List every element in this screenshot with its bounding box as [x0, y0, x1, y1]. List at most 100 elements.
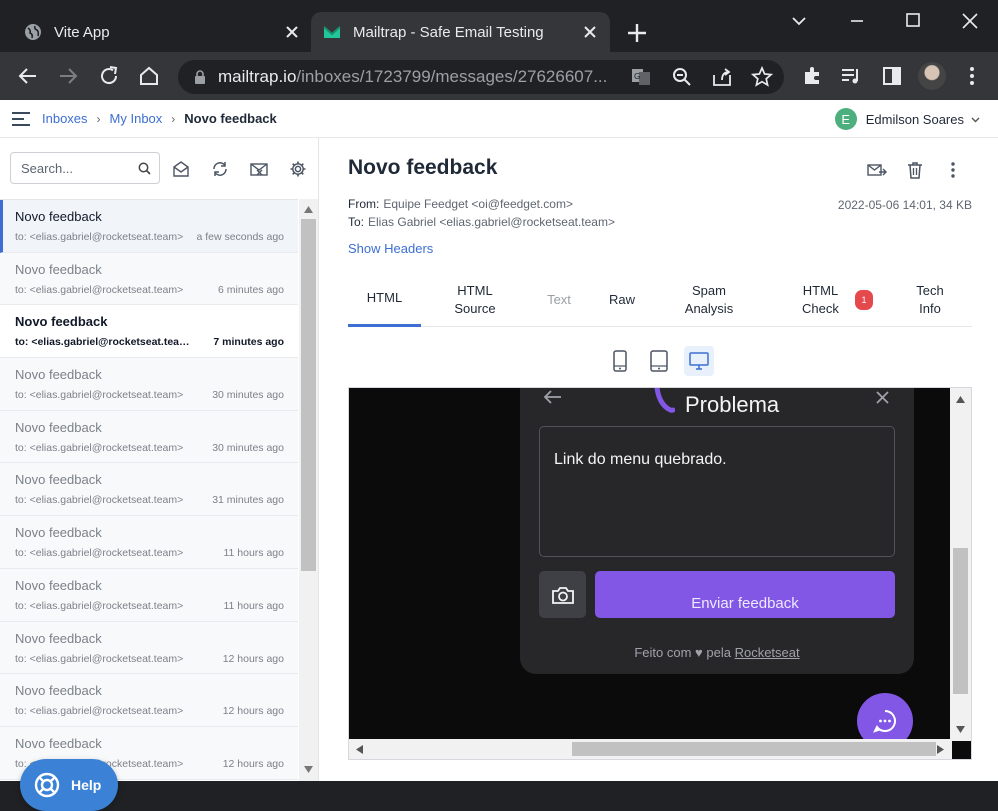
list-item[interactable]: Novo feedback to: <elias.gabriel@rockets… — [0, 674, 298, 727]
scroll-left-icon[interactable] — [356, 745, 363, 754]
clear-inbox-icon[interactable] — [250, 160, 268, 178]
message-title: Novo feedback — [348, 156, 498, 179]
refresh-icon[interactable] — [211, 160, 229, 178]
minimize-icon[interactable] — [846, 10, 868, 32]
email-html-preview: Problema Link do menu quebrado. Enviar f… — [348, 387, 972, 760]
list-item[interactable]: Novo feedback to: <elias.gabriel@rockets… — [0, 516, 298, 569]
user-menu[interactable]: E Edmilson Soares — [834, 108, 980, 130]
preview-horizontal-scrollbar[interactable] — [349, 739, 952, 759]
profile-avatar[interactable] — [918, 62, 946, 90]
reload-icon[interactable] — [97, 64, 121, 88]
message-recipient: to: <elias.gabriel@rocketseat.team> — [15, 231, 184, 243]
side-panel-icon[interactable] — [880, 64, 904, 88]
list-item[interactable]: Novo feedback to: <elias.gabriel@rockets… — [0, 621, 298, 675]
tab-text[interactable]: Text — [538, 272, 580, 327]
back-arrow-icon[interactable] — [16, 64, 40, 88]
list-item[interactable]: Novo feedback to: <elias.gabriel@rockets… — [0, 252, 298, 306]
message-recipient: to: <elias.gabriel@rocketseat.team> — [15, 599, 184, 612]
mark-all-read-icon[interactable] — [172, 160, 190, 178]
bookmark-star-icon[interactable] — [751, 66, 773, 88]
forward-arrow-icon[interactable] — [56, 64, 80, 88]
share-icon[interactable] — [711, 66, 733, 88]
tab-label: Tech Info — [916, 282, 944, 316]
gear-icon[interactable] — [289, 160, 307, 178]
scrollbar-thumb[interactable] — [301, 219, 316, 571]
mailtrap-app: Inboxes › My Inbox › Novo feedback E Edm… — [0, 100, 998, 811]
tab-tech-info[interactable]: Tech Info — [908, 272, 952, 327]
send-feedback-button[interactable]: Enviar feedback — [595, 571, 895, 618]
url-text[interactable]: mailtrap.io/inboxes/1723799/messages/276… — [218, 67, 628, 87]
message-recipient: to: <elias.gabriel@rocketseat.team> — [15, 652, 184, 665]
message-subject: Novo feedback — [15, 419, 102, 435]
list-item[interactable]: Novo feedback to: <elias.gabriel@rockets… — [0, 568, 298, 622]
message-subject: Novo feedback — [15, 472, 102, 488]
kebab-menu-icon[interactable] — [960, 64, 984, 88]
scrollbar-thumb[interactable] — [572, 742, 936, 756]
tab-html-source[interactable]: HTML Source — [445, 272, 505, 327]
arrow-left-icon[interactable] — [544, 390, 562, 404]
lock-icon[interactable] — [192, 69, 208, 85]
extensions-puzzle-icon[interactable] — [801, 64, 825, 88]
close-icon[interactable] — [284, 24, 300, 40]
to-line: To: Elias Gabriel <elias.gabriel@rocketse… — [348, 215, 615, 229]
svg-text:G: G — [634, 72, 640, 81]
scroll-down-icon[interactable] — [956, 726, 965, 733]
message-subject: Novo feedback — [15, 577, 102, 593]
list-item[interactable]: Novo feedback to: <elias.gabriel@rockets… — [0, 410, 298, 464]
list-item[interactable]: Novo feedback to: <elias.gabriel@rockets… — [0, 358, 298, 411]
scroll-up-icon[interactable] — [304, 206, 313, 213]
close-icon[interactable] — [876, 391, 889, 404]
message-subject: Novo feedback — [15, 261, 102, 277]
feedback-textarea[interactable]: Link do menu quebrado. — [539, 426, 895, 557]
desktop-view-button[interactable] — [684, 346, 714, 376]
list-item[interactable]: Novo feedback to: <elias.gabriel@rockets… — [0, 305, 298, 359]
scroll-up-icon[interactable] — [956, 396, 965, 403]
help-button[interactable]: Help — [20, 759, 118, 811]
address-bar[interactable]: mailtrap.io/inboxes/1723799/messages/276… — [178, 60, 784, 94]
user-name: Edmilson Soares — [865, 111, 964, 127]
more-options-icon[interactable] — [943, 160, 963, 180]
list-item[interactable]: Novo feedback to: <elias.gabriel@rockets… — [0, 200, 298, 253]
tab-label: HTML — [366, 290, 403, 305]
globe-icon — [25, 24, 41, 40]
message-subject: Novo feedback — [15, 735, 102, 751]
home-icon[interactable] — [137, 64, 161, 88]
message-time: 12 hours ago — [222, 757, 284, 770]
rocketseat-link[interactable]: Rocketseat — [735, 645, 800, 660]
breadcrumb-inboxes[interactable]: Inboxes — [42, 111, 88, 126]
screenshot-button[interactable] — [539, 571, 586, 618]
list-item[interactable]: Novo feedback to: <elias.gabriel@rockets… — [0, 463, 298, 517]
search-input[interactable] — [11, 153, 131, 183]
window-close-icon[interactable] — [959, 10, 981, 32]
tab-html-check[interactable]: HTML Check 1 — [784, 272, 884, 327]
tab-raw[interactable]: Raw — [602, 272, 642, 327]
widget-title: Problema — [685, 392, 780, 417]
tab-label: Text — [547, 291, 571, 307]
hamburger-menu-icon[interactable] — [12, 112, 30, 126]
tablet-view-button[interactable] — [644, 346, 674, 376]
tab-spam-analysis[interactable]: Spam Analysis — [674, 272, 744, 327]
footer-prefix: Feito com ♥ pela — [634, 645, 731, 660]
close-icon[interactable] — [582, 24, 598, 40]
scrollbar-thumb[interactable] — [953, 548, 968, 694]
show-headers-link[interactable]: Show Headers — [348, 241, 433, 256]
scroll-right-icon[interactable] — [937, 745, 944, 754]
maximize-icon[interactable] — [902, 10, 924, 32]
translate-icon[interactable]: G — [630, 66, 652, 88]
preview-vertical-scrollbar[interactable] — [950, 388, 971, 741]
browser-tab-title: Mailtrap - Safe Email Testing — [353, 23, 544, 41]
mobile-view-button[interactable] — [605, 346, 635, 376]
forward-email-icon[interactable] — [867, 160, 887, 180]
zoom-out-icon[interactable] — [671, 66, 693, 88]
browser-tab-vite-app[interactable]: Vite App — [12, 12, 312, 52]
tab-search-chevron-icon[interactable] — [788, 10, 810, 32]
message-list-scrollbar[interactable] — [299, 199, 318, 781]
scroll-down-icon[interactable] — [304, 766, 313, 773]
tab-html[interactable]: HTML — [348, 272, 421, 327]
breadcrumb-my-inbox[interactable]: My Inbox — [110, 111, 163, 126]
browser-tab-mailtrap[interactable]: Mailtrap - Safe Email Testing — [311, 12, 610, 52]
search-icon[interactable] — [138, 162, 151, 175]
trash-icon[interactable] — [905, 160, 925, 180]
media-control-icon[interactable] — [839, 64, 863, 88]
new-tab-icon[interactable] — [626, 22, 648, 44]
